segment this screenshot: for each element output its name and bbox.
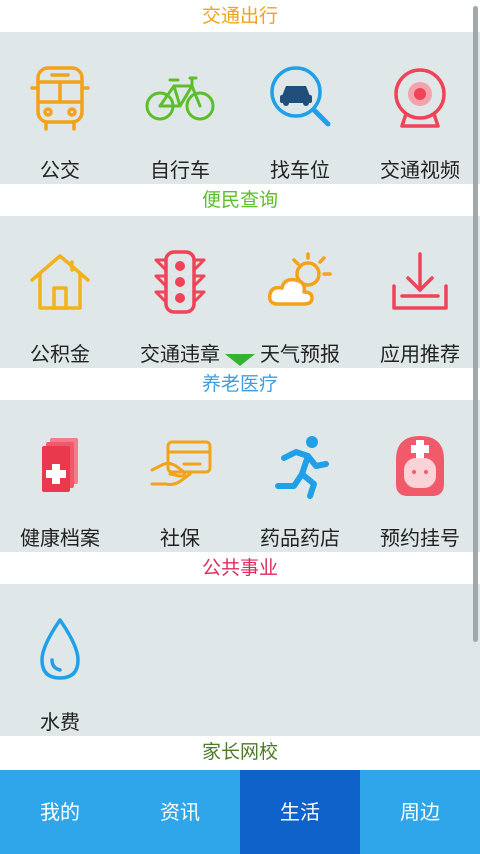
grid-item-label: 公积金	[30, 342, 90, 366]
grid-item-health-record[interactable]: 健康档案	[0, 400, 120, 552]
section-title-convenience: 便民查询	[0, 184, 480, 216]
section-title-parent-school: 家长网校	[0, 736, 480, 768]
grid-item-label: 公交	[40, 158, 80, 182]
grid-item-label: 药品药店	[260, 526, 340, 550]
grid-item-water-bill[interactable]: 水费	[0, 584, 120, 736]
download-icon	[392, 252, 448, 310]
grid-item-bus[interactable]: 公交	[0, 32, 120, 184]
grid-item-traffic-violation[interactable]: 交通违章	[120, 216, 240, 368]
grid-item-label: 天气预报	[260, 342, 340, 366]
grid-item-housing-fund[interactable]: 公积金	[0, 216, 120, 368]
tab-mine[interactable]: 我的	[0, 770, 120, 854]
grid-item-label: 社保	[160, 526, 200, 550]
house-icon	[30, 254, 90, 310]
card-hand-icon	[150, 440, 212, 486]
webcam-icon	[394, 68, 446, 128]
section-title-healthcare: 养老医疗	[0, 368, 480, 400]
grid-item-label: 找车位	[270, 158, 330, 182]
grid-convenience: 公积金 交通违章 天气预报 应用推荐	[0, 216, 480, 368]
grid-item-label: 应用推荐	[380, 342, 460, 366]
grid-item-label: 健康档案	[20, 526, 100, 550]
section-title-utilities: 公共事业	[0, 552, 480, 584]
grid-transport: 公交 自行车 找车位 交通视频	[0, 32, 480, 184]
grid-item-traffic-video[interactable]: 交通视频	[360, 32, 480, 184]
grid-item-label: 水费	[40, 710, 80, 734]
grid-item-pharmacy[interactable]: 药品药店	[240, 400, 360, 552]
grid-item-weather[interactable]: 天气预报	[240, 216, 360, 368]
grid-item-app-recommend[interactable]: 应用推荐	[360, 216, 480, 368]
grid-item-label: 自行车	[150, 158, 210, 182]
section-title-transport: 交通出行	[0, 0, 480, 32]
bus-icon	[30, 66, 90, 131]
grid-item-parking[interactable]: 找车位	[240, 32, 360, 184]
traffic-light-icon	[154, 250, 206, 314]
scrollbar[interactable]	[473, 6, 478, 642]
car-search-icon	[270, 66, 331, 127]
bottom-tab-bar: 我的 资讯 生活 周边	[0, 770, 480, 854]
grid-item-appointment[interactable]: 预约挂号	[360, 400, 480, 552]
weather-icon	[267, 252, 332, 306]
grid-item-label: 交通违章	[140, 342, 220, 366]
nurse-icon	[396, 436, 444, 496]
runner-icon	[275, 436, 329, 499]
grid-healthcare: 健康档案 社保 药品药店 预约挂号	[0, 400, 480, 552]
tab-life[interactable]: 生活	[240, 770, 360, 854]
grid-item-label: 交通视频	[380, 158, 460, 182]
grid-item-label: 预约挂号	[380, 526, 460, 550]
health-record-icon	[42, 438, 78, 492]
pull-down-indicator-icon[interactable]	[225, 354, 255, 366]
bicycle-icon	[145, 76, 215, 121]
grid-item-bicycle[interactable]: 自行车	[120, 32, 240, 184]
tab-news[interactable]: 资讯	[120, 770, 240, 854]
water-drop-icon	[40, 618, 80, 680]
grid-item-social-security[interactable]: 社保	[120, 400, 240, 552]
grid-utilities: 水费	[0, 584, 480, 736]
tab-nearby[interactable]: 周边	[360, 770, 480, 854]
